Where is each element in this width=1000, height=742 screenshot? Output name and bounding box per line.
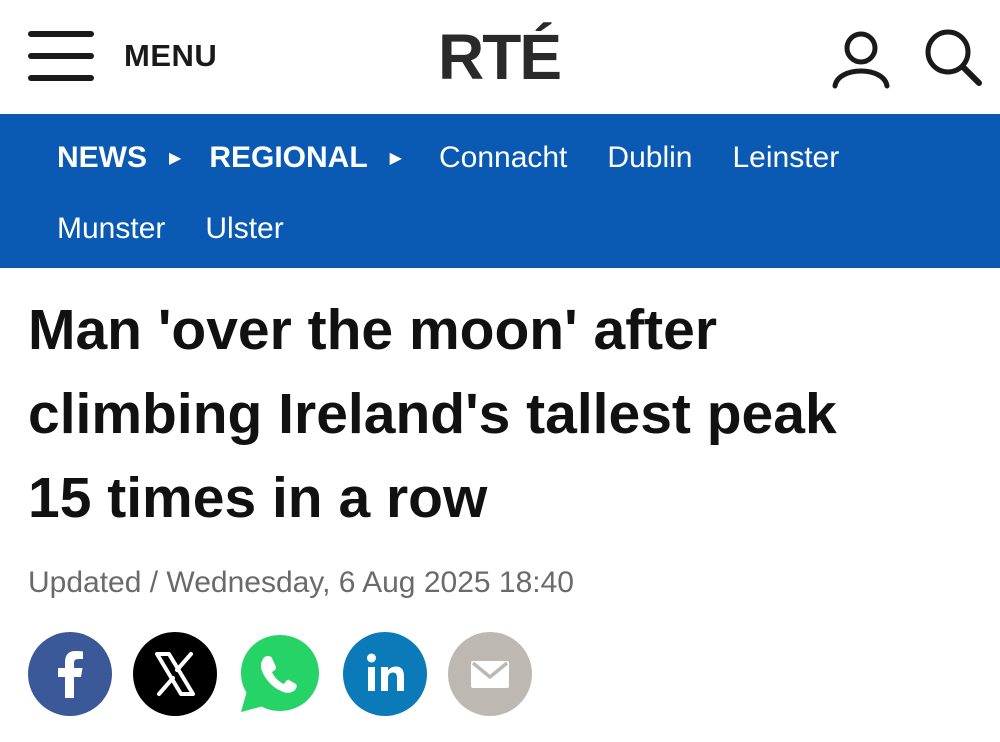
nav-news[interactable]: NEWS xyxy=(57,141,147,175)
nav-connacht[interactable]: Connacht xyxy=(439,141,567,175)
search-button[interactable] xyxy=(922,26,984,88)
nav-munster[interactable]: Munster xyxy=(57,212,165,246)
nav-regional[interactable]: REGIONAL xyxy=(209,141,367,175)
chevron-right-icon: ▶ xyxy=(389,150,402,167)
menu-button[interactable]: MENU xyxy=(28,28,228,84)
account-button[interactable] xyxy=(830,28,892,90)
article-headline: Man 'over the moon' after climbing Irela… xyxy=(28,288,978,540)
menu-label: MENU xyxy=(124,38,218,73)
whatsapp-icon xyxy=(241,635,319,712)
user-icon xyxy=(832,31,890,89)
headline-line: 15 times in a row xyxy=(28,466,488,530)
logo-text: RTÉ xyxy=(438,21,562,93)
email-icon xyxy=(471,661,509,688)
rte-logo[interactable]: RTÉ xyxy=(438,16,588,98)
share-buttons xyxy=(28,632,553,716)
nav-leinster[interactable]: Leinster xyxy=(732,141,839,175)
chevron-right-icon: ▶ xyxy=(169,150,182,167)
nav-ulster[interactable]: Ulster xyxy=(205,212,283,246)
search-icon xyxy=(925,29,982,86)
updated-timestamp: Updated / Wednesday, 6 Aug 2025 18:40 xyxy=(28,566,574,599)
x-icon xyxy=(155,652,195,696)
section-nav: NEWS ▶ REGIONAL ▶ Connacht Dublin Leinst… xyxy=(0,114,1000,268)
share-facebook-button[interactable] xyxy=(28,632,112,716)
nav-dublin[interactable]: Dublin xyxy=(607,141,692,175)
nav-row-1: NEWS ▶ REGIONAL ▶ Connacht Dublin Leinst… xyxy=(0,123,1000,193)
facebook-icon xyxy=(58,651,83,698)
hamburger-icon xyxy=(28,30,94,82)
headline-line: climbing Ireland's tallest peak xyxy=(28,382,837,446)
share-email-button[interactable] xyxy=(448,632,532,716)
share-whatsapp-button[interactable] xyxy=(238,632,322,716)
top-bar: MENU RTÉ xyxy=(0,0,1000,114)
headline-line: Man 'over the moon' after xyxy=(28,298,718,362)
share-linkedin-button[interactable] xyxy=(343,632,427,716)
nav-row-2: Munster Ulster xyxy=(0,194,1000,264)
linkedin-icon xyxy=(367,653,404,691)
share-x-button[interactable] xyxy=(133,632,217,716)
